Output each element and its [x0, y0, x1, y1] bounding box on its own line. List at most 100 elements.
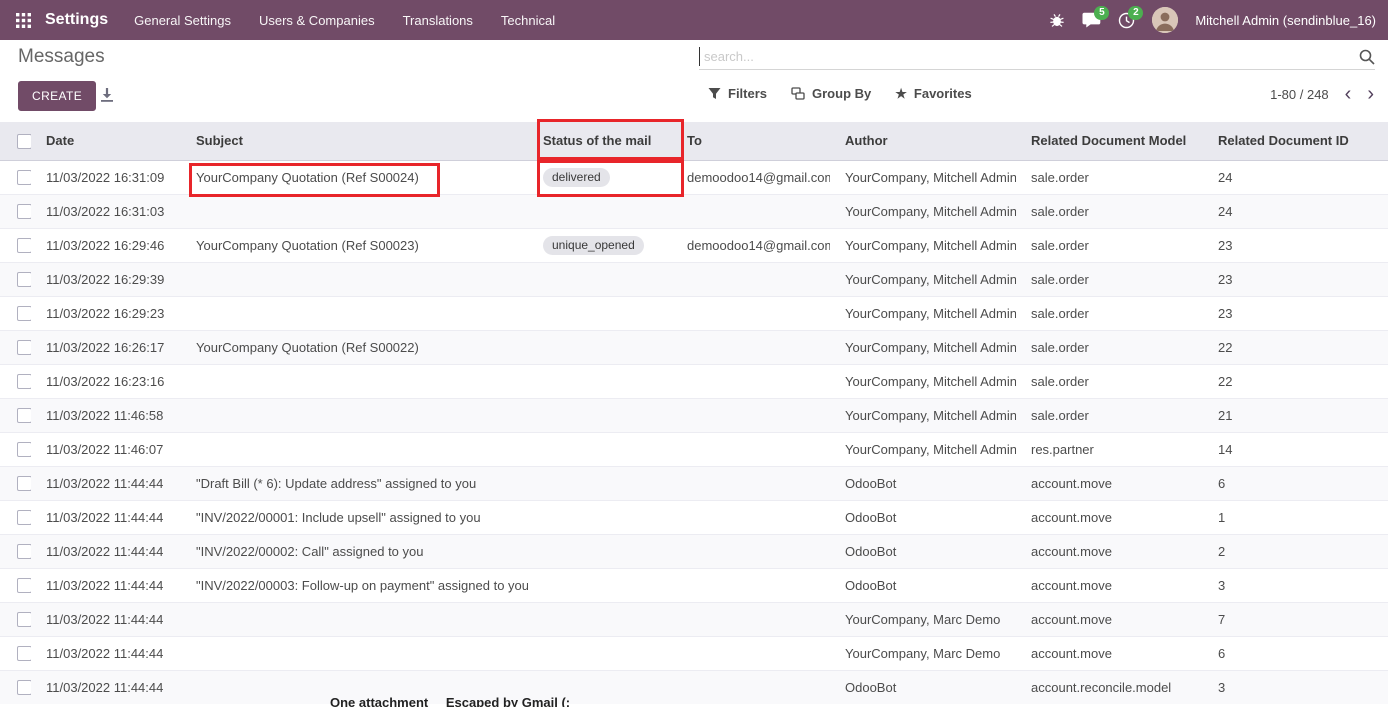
cell-status[interactable]	[528, 296, 672, 330]
row-checkbox-cell[interactable]	[0, 398, 31, 432]
cell-to[interactable]	[672, 330, 830, 364]
cell-res-id[interactable]: 2	[1203, 534, 1388, 568]
table-row[interactable]: 11/03/2022 16:31:09YourCompany Quotation…	[0, 160, 1388, 194]
cell-to[interactable]	[672, 398, 830, 432]
row-checkbox[interactable]	[17, 272, 31, 287]
search-icon[interactable]	[1359, 49, 1375, 65]
row-checkbox[interactable]	[17, 408, 31, 423]
cell-to[interactable]	[672, 568, 830, 602]
cell-status[interactable]: delivered	[528, 160, 672, 194]
cell-res-id[interactable]: 1	[1203, 500, 1388, 534]
cell-to[interactable]	[672, 670, 830, 704]
cell-model[interactable]: sale.order	[1016, 398, 1203, 432]
cell-subject[interactable]	[181, 364, 528, 398]
cell-to[interactable]: demoodoo14@gmail.com	[672, 228, 830, 262]
cell-model[interactable]: account.move	[1016, 568, 1203, 602]
cell-status[interactable]: unique_opened	[528, 228, 672, 262]
cell-date[interactable]: 11/03/2022 11:44:44	[31, 466, 181, 500]
apps-menu-icon[interactable]	[16, 13, 31, 28]
row-checkbox-cell[interactable]	[0, 500, 31, 534]
cell-author[interactable]: OdooBot	[830, 670, 1016, 704]
column-header-related-document-model[interactable]: Related Document Model	[1016, 122, 1203, 160]
cell-author[interactable]: YourCompany, Mitchell Admin	[830, 194, 1016, 228]
cell-author[interactable]: YourCompany, Mitchell Admin	[830, 296, 1016, 330]
cell-to[interactable]: demoodoo14@gmail.com	[672, 160, 830, 194]
cell-res-id[interactable]: 22	[1203, 364, 1388, 398]
table-row[interactable]: 11/03/2022 11:44:44 OdooBotaccount.reconc…	[0, 670, 1388, 704]
cell-status[interactable]	[528, 568, 672, 602]
cell-res-id[interactable]: 6	[1203, 466, 1388, 500]
row-checkbox[interactable]	[17, 510, 31, 525]
cell-date[interactable]: 11/03/2022 16:29:23	[31, 296, 181, 330]
cell-to[interactable]	[672, 262, 830, 296]
row-checkbox-cell[interactable]	[0, 636, 31, 670]
select-all-checkbox-cell[interactable]	[0, 122, 31, 160]
row-checkbox-cell[interactable]	[0, 228, 31, 262]
cell-to[interactable]	[672, 432, 830, 466]
cell-to[interactable]	[672, 500, 830, 534]
cell-author[interactable]: YourCompany, Mitchell Admin	[830, 160, 1016, 194]
cell-author[interactable]: YourCompany, Mitchell Admin	[830, 364, 1016, 398]
menu-users-companies[interactable]: Users & Companies	[259, 13, 375, 28]
cell-model[interactable]: account.move	[1016, 534, 1203, 568]
column-header-author[interactable]: Author	[830, 122, 1016, 160]
cell-author[interactable]: YourCompany, Mitchell Admin	[830, 330, 1016, 364]
cell-author[interactable]: YourCompany, Marc Demo	[830, 636, 1016, 670]
menu-translations[interactable]: Translations	[403, 13, 473, 28]
export-button[interactable]	[100, 87, 114, 103]
cell-model[interactable]: account.move	[1016, 602, 1203, 636]
select-all-checkbox[interactable]	[17, 134, 31, 149]
cell-model[interactable]: sale.order	[1016, 262, 1203, 296]
activities-button[interactable]: 2	[1118, 12, 1135, 29]
table-row[interactable]: 11/03/2022 11:44:44YourCompany, Marc Dem…	[0, 602, 1388, 636]
cell-model[interactable]: sale.order	[1016, 194, 1203, 228]
group-by-button[interactable]: Group By	[791, 86, 871, 101]
row-checkbox[interactable]	[17, 578, 31, 593]
cell-to[interactable]	[672, 364, 830, 398]
cell-res-id[interactable]: 7	[1203, 602, 1388, 636]
row-checkbox-cell[interactable]	[0, 194, 31, 228]
messages-button[interactable]: 5	[1082, 12, 1101, 28]
row-checkbox[interactable]	[17, 612, 31, 627]
cell-date[interactable]: 11/03/2022 11:46:07	[31, 432, 181, 466]
cell-model[interactable]: sale.order	[1016, 330, 1203, 364]
cell-res-id[interactable]: 3	[1203, 568, 1388, 602]
row-checkbox[interactable]	[17, 442, 31, 457]
menu-technical[interactable]: Technical	[501, 13, 555, 28]
pager-previous-button[interactable]: ‹	[1345, 86, 1352, 102]
cell-date[interactable]: 11/03/2022 16:31:09	[31, 160, 181, 194]
cell-res-id[interactable]: 22	[1203, 330, 1388, 364]
cell-subject[interactable]: YourCompany Quotation (Ref S00023)	[181, 228, 528, 262]
cell-to[interactable]	[672, 602, 830, 636]
cell-subject[interactable]: "INV/2022/00003: Follow-up on payment" a…	[181, 568, 528, 602]
row-checkbox[interactable]	[17, 340, 31, 355]
table-row[interactable]: 11/03/2022 16:29:46YourCompany Quotation…	[0, 228, 1388, 262]
row-checkbox[interactable]	[17, 646, 31, 661]
cell-date[interactable]: 11/03/2022 16:31:03	[31, 194, 181, 228]
cell-to[interactable]	[672, 636, 830, 670]
table-row[interactable]: 11/03/2022 16:29:39YourCompany, Mitchell…	[0, 262, 1388, 296]
table-row-partial[interactable]: One attachment Escaped by Gmail (:	[330, 695, 570, 707]
cell-model[interactable]: account.move	[1016, 466, 1203, 500]
filters-button[interactable]: Filters	[708, 86, 767, 101]
cell-subject[interactable]	[181, 636, 528, 670]
row-checkbox[interactable]	[17, 306, 31, 321]
table-row[interactable]: 11/03/2022 16:31:03 YourCompany, Mitchell…	[0, 194, 1388, 228]
row-checkbox[interactable]	[17, 170, 31, 185]
column-header-status-of-the-mail[interactable]: Status of the mail	[528, 122, 672, 160]
cell-model[interactable]: account.reconcile.model	[1016, 670, 1203, 704]
cell-res-id[interactable]: 3	[1203, 670, 1388, 704]
cell-status[interactable]	[528, 262, 672, 296]
cell-model[interactable]: account.move	[1016, 636, 1203, 670]
cell-status[interactable]	[528, 432, 672, 466]
row-checkbox[interactable]	[17, 476, 31, 491]
cell-subject[interactable]	[181, 398, 528, 432]
cell-date[interactable]: 11/03/2022 11:44:44	[31, 670, 181, 704]
table-row[interactable]: 11/03/2022 11:44:44"INV/2022/00001: Incl…	[0, 500, 1388, 534]
cell-subject[interactable]	[181, 296, 528, 330]
table-row[interactable]: 11/03/2022 16:26:17YourCompany Quotation…	[0, 330, 1388, 364]
cell-author[interactable]: OdooBot	[830, 466, 1016, 500]
cell-subject[interactable]: "INV/2022/00001: Include upsell" assigne…	[181, 500, 528, 534]
cell-subject[interactable]: YourCompany Quotation (Ref S00022)	[181, 330, 528, 364]
cell-to[interactable]	[672, 194, 830, 228]
